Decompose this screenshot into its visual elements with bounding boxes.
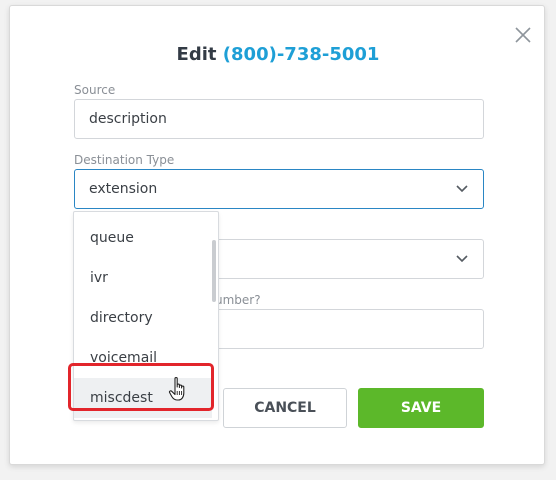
dialog-title: Edit (800)-738-5001 <box>10 44 546 65</box>
source-value: description <box>89 111 167 127</box>
destination-type-value: extension <box>89 181 158 197</box>
title-prefix: Edit <box>176 44 217 65</box>
hand-pointer-icon <box>168 377 185 401</box>
destination-type-select[interactable]: extension <box>74 169 484 209</box>
dropdown-option-voicemail[interactable]: voicemail <box>74 338 212 378</box>
dropdown-option-directory[interactable]: directory <box>74 298 212 338</box>
external-number-label: umber? <box>215 293 261 307</box>
destination-type-label: Destination Type <box>74 153 175 167</box>
title-phone-number: (800)-738-5001 <box>222 44 380 65</box>
close-icon[interactable] <box>512 24 534 46</box>
edit-dialog: Edit (800)-738-5001 Source description D… <box>9 5 545 465</box>
destination-type-dropdown: queue ivr directory voicemail miscdest <box>73 211 219 421</box>
dropdown-option-miscdest[interactable]: miscdest <box>74 378 212 418</box>
source-input[interactable]: description <box>74 99 484 139</box>
chevron-down-icon <box>456 255 468 263</box>
dropdown-option-queue[interactable]: queue <box>74 218 212 258</box>
dropdown-scrollbar[interactable] <box>212 240 216 302</box>
source-label: Source <box>74 83 116 97</box>
dropdown-option-ivr[interactable]: ivr <box>74 258 212 298</box>
chevron-down-icon <box>456 185 468 193</box>
cancel-button[interactable]: CANCEL <box>223 388 347 428</box>
save-button[interactable]: SAVE <box>358 388 484 428</box>
